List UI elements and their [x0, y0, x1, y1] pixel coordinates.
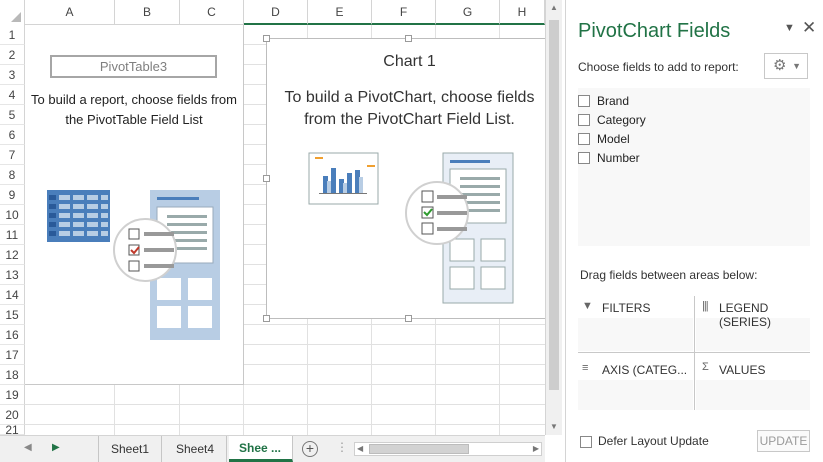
column-headers: A B C D E F G H [0, 0, 545, 25]
legend-label: LEGEND (SERIES) [719, 301, 772, 329]
scroll-right-icon[interactable]: ▶ [533, 444, 539, 453]
row-header[interactable]: 11 [0, 225, 25, 245]
scroll-tabs-left-icon[interactable]: ◀ [24, 442, 32, 453]
tab-splitter-icon[interactable]: ⋮ [336, 440, 348, 454]
area-divider [694, 296, 695, 410]
sheet-tab-sheet1[interactable]: Sheet1 [98, 436, 163, 462]
close-icon[interactable]: ✕ [802, 18, 816, 38]
field-label: Brand [597, 94, 630, 108]
pivotchart-illustration-icon [308, 152, 514, 304]
pivotchart-fields-pane: PivotChart Fields ▼ ✕ Choose fields to a… [565, 0, 823, 462]
values-drop-area[interactable] [696, 380, 810, 410]
row-header[interactable]: 20 [0, 405, 25, 425]
update-button[interactable]: UPDATE [757, 430, 810, 452]
defer-layout-label: Defer Layout Update [598, 434, 709, 448]
row-header[interactable]: 9 [0, 185, 25, 205]
field-list: Brand Category Model Number [578, 88, 810, 246]
pivotchart-instructions: To build a PivotChart, choose fields fro… [284, 89, 535, 128]
chart-title: Chart 1 [383, 53, 436, 70]
sheet-tab-bar: ◀ ▶ Sheet1 Sheet4 Shee ... + ⋮ ◀ ▶ [0, 435, 545, 462]
row-header[interactable]: 7 [0, 145, 25, 165]
worksheet[interactable]: A B C D E F G H 1 2 3 4 5 6 7 8 9 10 11 … [0, 0, 565, 462]
pivotchart-placeholder[interactable]: Chart 1 To build a PivotChart, choose fi… [263, 35, 554, 322]
chevron-down-icon: ▼ [792, 61, 801, 71]
legend-columns-icon: ||| [702, 300, 709, 312]
row-header[interactable]: 15 [0, 305, 25, 325]
field-label: Number [597, 151, 640, 165]
resize-handle[interactable] [263, 35, 270, 42]
vertical-scrollbar[interactable]: ▲ ▼ [545, 0, 562, 435]
pane-title: PivotChart Fields [578, 20, 731, 42]
row-header[interactable]: 21 [0, 425, 25, 435]
field-item-model[interactable]: Model [578, 129, 810, 148]
column-header-a[interactable]: A [25, 0, 115, 25]
row-header[interactable]: 16 [0, 325, 25, 345]
field-item-brand[interactable]: Brand [578, 91, 810, 110]
field-label: Category [597, 113, 646, 127]
resize-handle[interactable] [405, 35, 412, 42]
plus-circle-icon[interactable]: + [302, 441, 318, 457]
row-header[interactable]: 1 [0, 25, 25, 45]
row-header[interactable]: 17 [0, 345, 25, 365]
row-header[interactable]: 8 [0, 165, 25, 185]
sheet-tab-sheet4[interactable]: Sheet4 [164, 436, 228, 462]
filters-label: FILTERS [602, 301, 651, 315]
row-header[interactable]: 14 [0, 285, 25, 305]
column-header-b[interactable]: B [115, 0, 180, 25]
row-header[interactable]: 13 [0, 265, 25, 285]
defer-layout-checkbox[interactable] [580, 436, 592, 448]
pivottable-name: PivotTable3 [50, 55, 217, 78]
gear-icon: ⚙ [773, 57, 787, 74]
resize-handle[interactable] [405, 315, 412, 322]
area-divider [578, 352, 810, 353]
field-checkbox[interactable] [578, 95, 590, 107]
filters-drop-area[interactable] [578, 318, 693, 351]
field-checkbox[interactable] [578, 152, 590, 164]
row-header[interactable]: 2 [0, 45, 25, 65]
sigma-icon: Σ [702, 361, 709, 373]
scroll-left-icon[interactable]: ◀ [357, 444, 363, 453]
scroll-down-icon[interactable]: ▼ [550, 422, 558, 431]
choose-fields-label: Choose fields to add to report: [578, 60, 739, 74]
drag-fields-label: Drag fields between areas below: [580, 268, 758, 282]
field-checkbox[interactable] [578, 114, 590, 126]
field-item-category[interactable]: Category [578, 110, 810, 129]
sheet-tab-active[interactable]: Shee ... [229, 436, 293, 462]
resize-handle[interactable] [263, 175, 270, 182]
resize-handle[interactable] [263, 315, 270, 322]
values-label: VALUES [719, 363, 766, 377]
chevron-down-icon[interactable]: ▼ [784, 22, 795, 34]
field-label: Model [597, 132, 630, 146]
select-all-corner[interactable] [0, 0, 25, 25]
row-header[interactable]: 12 [0, 245, 25, 265]
axis-label: AXIS (CATEG... [602, 363, 688, 377]
row-header[interactable]: 4 [0, 85, 25, 105]
column-header-d[interactable]: D [244, 0, 308, 25]
pivottable-placeholder[interactable]: PivotTable3 To build a report, choose fi… [25, 25, 244, 385]
tools-button[interactable]: ⚙ ▼ [764, 53, 808, 79]
row-header[interactable]: 18 [0, 365, 25, 385]
scroll-up-icon[interactable]: ▲ [550, 3, 558, 12]
field-checkbox[interactable] [578, 133, 590, 145]
row-header[interactable]: 3 [0, 65, 25, 85]
horizontal-scroll-thumb[interactable] [369, 444, 469, 454]
pivottable-instructions: To build a report, choose fields from th… [31, 92, 237, 127]
pivottable-illustration-icon [47, 190, 220, 340]
scroll-tabs-right-icon[interactable]: ▶ [52, 442, 60, 453]
row-header[interactable]: 6 [0, 125, 25, 145]
axis-drop-area[interactable] [578, 380, 693, 410]
row-header[interactable]: 10 [0, 205, 25, 225]
row-header[interactable]: 5 [0, 105, 25, 125]
axis-rows-icon: ≡ [582, 362, 589, 374]
column-header-c[interactable]: C [180, 0, 244, 25]
field-item-number[interactable]: Number [578, 148, 810, 167]
column-header-e[interactable]: E [308, 0, 372, 25]
vertical-scroll-thumb[interactable] [549, 20, 559, 390]
column-header-f[interactable]: F [372, 0, 436, 25]
row-header[interactable]: 19 [0, 385, 25, 405]
column-header-h[interactable]: H [500, 0, 545, 25]
filter-icon: ▼ [582, 300, 593, 312]
horizontal-scrollbar[interactable]: ◀ ▶ [354, 442, 542, 456]
column-header-g[interactable]: G [436, 0, 500, 25]
